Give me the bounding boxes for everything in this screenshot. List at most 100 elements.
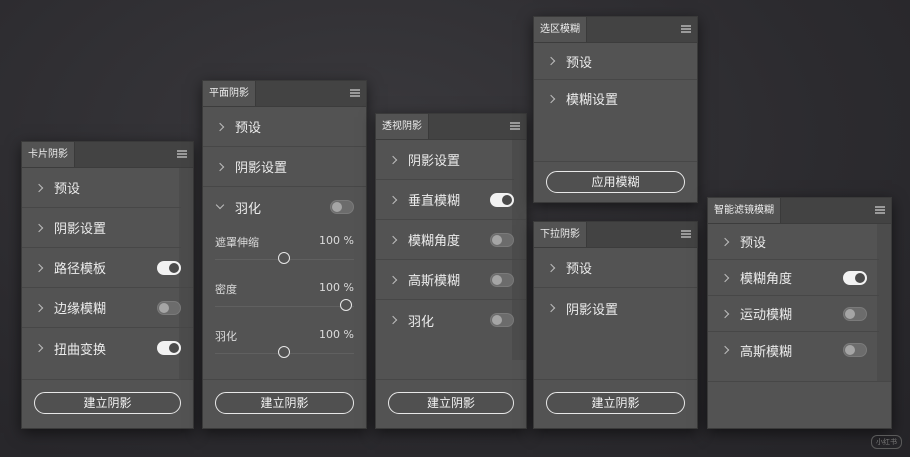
chevron-right-icon [34, 303, 44, 312]
row-presets[interactable]: 预设 [22, 168, 181, 208]
row-presets[interactable]: 预设 [534, 43, 697, 80]
slider-value: 100 % [319, 234, 354, 247]
vertical-blur-toggle[interactable] [490, 192, 514, 207]
panel-footer: 建立阴影 [534, 379, 697, 428]
hamburger-icon[interactable] [875, 206, 885, 214]
row-presets[interactable]: 预设 [708, 224, 879, 260]
watermark-badge: 小红书 [871, 435, 902, 449]
feather-toggle[interactable] [490, 313, 514, 327]
row-label: 模糊角度 [408, 234, 461, 249]
chevron-right-icon [720, 345, 730, 355]
chevron-right-icon [34, 223, 44, 232]
toggle-knob [492, 315, 502, 325]
chevron-right-icon [215, 162, 225, 171]
tab-flat-shadow[interactable]: 平面阴影 [203, 81, 256, 106]
gaussian-blur-toggle[interactable] [490, 272, 514, 287]
row-label: 阴影设置 [54, 222, 107, 237]
tab-perspective-shadow[interactable]: 透视阴影 [376, 114, 429, 139]
row-blur-settings[interactable]: 模糊设置 [534, 80, 697, 117]
motion-blur-toggle[interactable] [843, 306, 867, 321]
tab-selection-blur[interactable]: 选区模糊 [534, 17, 587, 42]
path-template-toggle[interactable] [157, 260, 181, 275]
row-label: 阴影设置 [566, 302, 619, 318]
edge-blur-toggle[interactable] [157, 300, 181, 315]
hamburger-icon[interactable] [681, 230, 691, 238]
hamburger-icon[interactable] [510, 122, 520, 130]
toggle-knob [492, 234, 502, 245]
chevron-right-icon [34, 183, 44, 192]
gaussian-blur-toggle[interactable] [843, 343, 867, 357]
row-label: 预设 [235, 121, 262, 136]
row-label: 预设 [740, 236, 767, 251]
row-edge-blur[interactable]: 边缘模糊 [22, 288, 193, 328]
panel-tabbar: 透视阴影 [376, 114, 526, 140]
panel-tabbar: 卡片阴影 [22, 142, 193, 168]
toggle-knob [159, 302, 169, 313]
tab-card-shadow[interactable]: 卡片阴影 [22, 142, 75, 167]
feather-toggle[interactable] [330, 200, 354, 214]
panel-footer [708, 381, 891, 428]
row-warp-transform[interactable]: 扭曲变换 [22, 328, 193, 368]
density-slider[interactable]: 密度 100 % [215, 281, 354, 313]
hamburger-icon[interactable] [681, 25, 691, 33]
row-label: 扭曲变换 [54, 342, 107, 358]
chevron-right-icon [388, 195, 398, 204]
tab-smart-filter-blur[interactable]: 智能滤镜模糊 [708, 198, 781, 223]
toggle-knob [855, 272, 865, 283]
panel-body: 预设 阴影设置 羽化 [203, 107, 366, 227]
chevron-right-icon [34, 343, 44, 353]
card-shadow-panel: 卡片阴影 预设 阴影设置 路径模板 边缘模糊 扭曲变换 建立阴影 [21, 141, 194, 429]
row-shadow-settings[interactable]: 阴影设置 [534, 288, 697, 328]
chevron-right-icon [388, 235, 398, 244]
panel-footer: 建立阴影 [203, 379, 366, 428]
blur-angle-toggle[interactable] [490, 232, 514, 247]
row-label: 预设 [54, 182, 81, 197]
create-shadow-button[interactable]: 建立阴影 [546, 392, 685, 414]
slider-track[interactable] [215, 306, 354, 307]
feather-slider[interactable]: 羽化 100 % [215, 328, 354, 360]
row-blur-angle[interactable]: 模糊角度 [376, 220, 526, 260]
slider-value: 100 % [319, 281, 354, 294]
slider-thumb[interactable] [340, 299, 353, 311]
row-vertical-blur[interactable]: 垂直模糊 [376, 180, 526, 220]
row-presets[interactable]: 预设 [534, 248, 697, 288]
panel-footer: 建立阴影 [376, 379, 526, 428]
row-gaussian-blur[interactable]: 高斯模糊 [376, 260, 526, 300]
tab-drop-shadow[interactable]: 下拉阴影 [534, 222, 587, 247]
hamburger-icon[interactable] [177, 150, 187, 158]
slider-value: 100 % [319, 328, 354, 341]
warp-transform-toggle[interactable] [157, 341, 181, 355]
row-feather[interactable]: 羽化 [203, 187, 366, 227]
toggle-knob [502, 194, 512, 205]
panel-body: 阴影设置 垂直模糊 模糊角度 高斯模糊 羽化 [376, 140, 526, 340]
create-shadow-button[interactable]: 建立阴影 [215, 392, 354, 414]
row-blur-angle[interactable]: 模糊角度 [708, 260, 879, 296]
row-shadow-settings[interactable]: 阴影设置 [22, 208, 181, 248]
panel-body: 预设 模糊设置 [534, 43, 697, 117]
panel-footer: 建立阴影 [22, 379, 193, 428]
row-label: 运动模糊 [740, 308, 793, 323]
row-gaussian-blur[interactable]: 高斯模糊 [708, 332, 879, 368]
hamburger-icon[interactable] [350, 89, 360, 97]
create-shadow-button[interactable]: 建立阴影 [388, 392, 514, 414]
perspective-shadow-panel: 透视阴影 阴影设置 垂直模糊 模糊角度 高斯模糊 羽化 建立阴影 [375, 113, 527, 429]
toggle-knob [845, 345, 855, 355]
row-label: 模糊角度 [740, 272, 793, 287]
blur-angle-toggle[interactable] [843, 270, 867, 285]
row-label: 阴影设置 [235, 161, 288, 176]
slider-thumb[interactable] [277, 346, 290, 358]
slider-thumb[interactable] [277, 252, 290, 264]
row-label: 高斯模糊 [740, 344, 793, 360]
apply-blur-button[interactable]: 应用模糊 [546, 171, 685, 193]
mask-stretch-slider[interactable]: 遮罩伸缩 100 % [215, 234, 354, 266]
toggle-knob [845, 308, 855, 319]
row-path-template[interactable]: 路径模板 [22, 248, 193, 288]
row-feather[interactable]: 羽化 [376, 300, 526, 340]
chevron-right-icon [388, 275, 398, 284]
row-shadow-settings[interactable]: 阴影设置 [376, 140, 514, 180]
row-motion-blur[interactable]: 运动模糊 [708, 296, 879, 332]
create-shadow-button[interactable]: 建立阴影 [34, 392, 181, 414]
slider-label: 密度 [215, 283, 237, 296]
row-shadow-settings[interactable]: 阴影设置 [203, 147, 366, 187]
row-presets[interactable]: 预设 [203, 107, 366, 147]
